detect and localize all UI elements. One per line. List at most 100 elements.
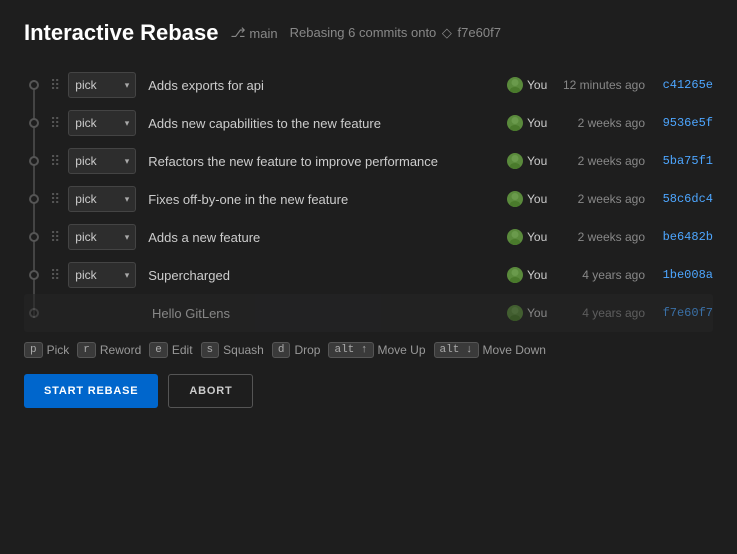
drag-handle[interactable]: ⠿ [50, 115, 60, 132]
chevron-down-icon: ▾ [125, 270, 130, 281]
timeline-dot [29, 270, 39, 280]
commit-author: You [507, 153, 555, 169]
commit-timestamp: 2 weeks ago [555, 230, 655, 244]
action-label: pick [75, 268, 96, 282]
drag-handle[interactable]: ⠿ [50, 77, 60, 94]
commit-timestamp: 4 years ago [555, 306, 655, 320]
chevron-down-icon: ▾ [125, 232, 130, 243]
timeline-dot [29, 80, 39, 90]
commit-author: You [507, 115, 555, 131]
commit-message: Hello GitLens [140, 306, 507, 321]
commit-hash[interactable]: 9536e5f [655, 116, 713, 130]
action-dropdown[interactable]: pick▾ [68, 72, 136, 98]
timeline-node [24, 308, 44, 318]
commit-timestamp: 2 weeks ago [555, 116, 655, 130]
shortcut-item: pPick [24, 342, 69, 358]
timeline-node [24, 270, 44, 280]
commit-list: ⠿pick▾Adds exports for apiYou12 minutes … [24, 66, 713, 332]
commit-hash[interactable]: 58c6dc4 [655, 192, 713, 206]
keyboard-key: p [24, 342, 43, 358]
commit-row: ⠿ pick▾Adds new capabilities to the new f… [24, 104, 713, 142]
timeline-node [24, 194, 44, 204]
chevron-down-icon: ▾ [125, 80, 130, 91]
shortcuts-bar: pPickr Reworde Edit sSquash dDrop alt ↑Move U… [24, 332, 713, 370]
action-dropdown[interactable]: pick▾ [68, 148, 136, 174]
drag-handle[interactable]: ⠿ [50, 229, 60, 246]
rebase-info: Rebasing 6 commits onto ◇ f7e60f7 [290, 25, 501, 41]
abort-button[interactable]: ABORT [168, 374, 253, 408]
commit-hash[interactable]: 5ba75f1 [655, 154, 713, 168]
author-name: You [527, 116, 555, 130]
commit-hash[interactable]: c41265e [655, 78, 713, 92]
shortcut-item: e Edit [149, 342, 192, 358]
drag-handle[interactable]: ⠿ [50, 191, 60, 208]
author-name: You [527, 192, 555, 206]
commit-row: ⠿ pick ▾ Supercharged You4 years ago1be008a [24, 256, 713, 294]
keyboard-key: r [77, 342, 96, 358]
chevron-down-icon: ▾ [125, 156, 130, 167]
shortcut-label: Drop [294, 343, 320, 357]
avatar [507, 229, 523, 245]
shortcut-item: alt ↑Move Up [328, 342, 425, 358]
commit-timestamp: 12 minutes ago [555, 78, 655, 92]
avatar [507, 115, 523, 131]
commit-message: Adds exports for api [136, 78, 507, 93]
action-dropdown[interactable]: pick▾ [68, 224, 136, 250]
branch-icon: ⎇ [230, 25, 245, 41]
commit-message: Adds new capabilities to the new feature [136, 116, 507, 131]
commit-row: ⠿ pick▾Adds a new feature You2 weeks agobe… [24, 218, 713, 256]
shortcut-label: Edit [172, 343, 193, 357]
commit-timestamp: 4 years ago [555, 268, 655, 282]
timeline-dot [29, 308, 39, 318]
avatar [507, 191, 523, 207]
commit-message: Fixes off-by-one in the new feature [136, 192, 507, 207]
timeline-dot [29, 194, 39, 204]
timeline-node [24, 118, 44, 128]
timeline-dot [29, 156, 39, 166]
shortcut-item: r Reword [77, 342, 141, 358]
start-rebase-button[interactable]: START REBASE [24, 374, 158, 408]
shortcut-item: sSquash [201, 342, 264, 358]
commit-author: You [507, 229, 555, 245]
avatar [507, 305, 523, 321]
page: Interactive Rebase ⎇ main Rebasing 6 com… [0, 0, 737, 554]
keyboard-key: e [149, 342, 168, 358]
keyboard-key: alt ↓ [434, 342, 479, 358]
commit-message: Adds a new feature [136, 230, 507, 245]
commit-row: ⠿ pick▾Refactors the new feature to impro… [24, 142, 713, 180]
commit-author: You [507, 77, 555, 93]
commit-message: Refactors the new feature to improve per… [136, 154, 507, 169]
avatar [507, 267, 523, 283]
branch-name: main [249, 26, 277, 41]
author-name: You [527, 306, 555, 320]
shortcut-label: Reword [100, 343, 141, 357]
commit-author: You [507, 191, 555, 207]
timeline-dot [29, 118, 39, 128]
commit-timestamp: 2 weeks ago [555, 154, 655, 168]
author-name: You [527, 230, 555, 244]
timeline-dot [29, 232, 39, 242]
keyboard-key: d [272, 342, 291, 358]
drag-handle[interactable]: ⠿ [50, 267, 60, 284]
timeline-node [24, 232, 44, 242]
action-dropdown[interactable]: pick ▾ [68, 262, 136, 288]
commit-author: You [507, 267, 555, 283]
action-dropdown[interactable]: pick▾ [68, 110, 136, 136]
header: Interactive Rebase ⎇ main Rebasing 6 com… [24, 20, 713, 46]
keyboard-key: alt ↑ [328, 342, 373, 358]
avatar [507, 153, 523, 169]
shortcut-item: dDrop [272, 342, 321, 358]
action-dropdown[interactable]: pick▾ [68, 186, 136, 212]
commit-hash[interactable]: 1be008a [655, 268, 713, 282]
page-title: Interactive Rebase [24, 20, 218, 46]
author-name: You [527, 268, 555, 282]
commit-hash[interactable]: f7e60f7 [655, 306, 713, 320]
commit-hash[interactable]: be6482b [655, 230, 713, 244]
timeline-node [24, 156, 44, 166]
shortcut-label: Move Down [483, 343, 546, 357]
drag-handle[interactable]: ⠿ [50, 153, 60, 170]
commit-message: Supercharged [136, 268, 507, 283]
commit-row: Hello GitLens You4 years agof7e60f7 [24, 294, 713, 332]
action-label: pick [75, 116, 96, 130]
commit-row: ⠿ pick▾Adds exports for apiYou12 minutes … [24, 66, 713, 104]
